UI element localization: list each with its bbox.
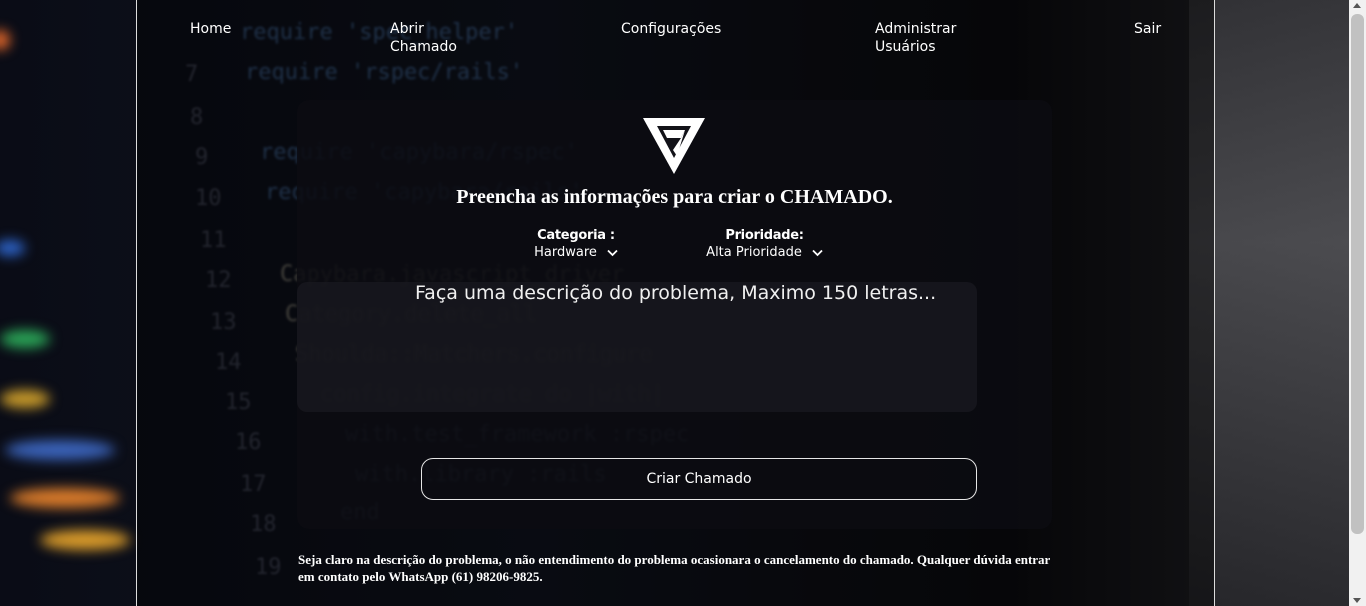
prioridade-label: Prioridade: [725, 228, 804, 243]
nav-home-link[interactable]: Home [190, 20, 231, 38]
prioridade-select[interactable]: Alta Prioridade [706, 245, 823, 260]
triangle-logo-icon [643, 118, 705, 174]
nav-abrir-chamado-link[interactable]: Abrir Chamado [390, 20, 470, 56]
chevron-down-icon [607, 249, 618, 256]
nav-administrar-usuarios-link[interactable]: Administrar Usuários [875, 20, 965, 56]
categoria-field: Categoria : Hardware [523, 228, 629, 261]
top-navigation: Home Abrir Chamado Configurações Adminis… [0, 20, 1349, 60]
nav-configuracoes-link[interactable]: Configurações [621, 20, 721, 38]
create-ticket-form: Preencha as informações para criar o CHA… [297, 100, 1052, 529]
prioridade-field: Prioridade: Alta Prioridade [702, 228, 827, 261]
page-scrollbar[interactable] [1349, 0, 1366, 606]
categoria-selected-value: Hardware [534, 245, 597, 260]
chevron-down-icon [812, 249, 823, 256]
scrollbar-thumb[interactable] [1351, 14, 1364, 534]
prioridade-selected-value: Alta Prioridade [706, 245, 802, 260]
categoria-label: Categoria : [537, 228, 615, 243]
criar-chamado-button[interactable]: Criar Chamado [421, 458, 977, 500]
instructions-note: Seja claro na descrição do problema, o n… [298, 552, 1051, 584]
form-title: Preencha as informações para criar o CHA… [456, 186, 893, 208]
scroll-down-arrow-icon[interactable] [1353, 598, 1361, 603]
nav-sair-link[interactable]: Sair [1134, 20, 1161, 38]
criar-chamado-button-label: Criar Chamado [646, 471, 752, 487]
categoria-select[interactable]: Hardware [534, 245, 618, 260]
scroll-up-arrow-icon[interactable] [1353, 3, 1361, 8]
description-placeholder: Faça uma descrição do problema, Maximo 1… [415, 282, 937, 304]
description-textarea[interactable]: Faça uma descrição do problema, Maximo 1… [297, 282, 977, 412]
